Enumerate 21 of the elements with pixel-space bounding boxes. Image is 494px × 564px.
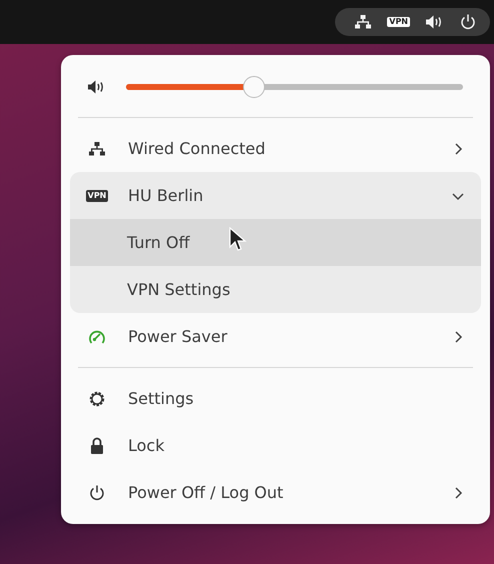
menu-item[interactable]: VPN HU Berlin [70, 172, 481, 219]
volume-slider[interactable] [126, 76, 463, 98]
settings-icon [88, 390, 106, 408]
network-icon [89, 142, 105, 156]
vpn-icon: VPN [86, 190, 108, 202]
menu-item[interactable]: Lock [70, 422, 481, 469]
menu-item[interactable]: Wired Connected [70, 125, 481, 172]
submenu-item[interactable]: Turn Off [70, 219, 481, 266]
pointer-cursor-icon [229, 227, 247, 253]
power-icon [89, 484, 105, 500]
volume-icon[interactable] [426, 15, 444, 29]
volume-icon [88, 80, 106, 94]
power-icon[interactable] [460, 14, 476, 30]
network-icon[interactable] [355, 15, 372, 29]
menu-item[interactable]: Settings [70, 375, 481, 422]
lock-icon [90, 437, 104, 454]
speedometer-icon [88, 328, 106, 344]
menu-item[interactable]: Power Off / Log Out [70, 469, 481, 516]
menu-item[interactable]: Power Saver [70, 313, 481, 360]
vpn-icon[interactable]: VPN [387, 17, 410, 27]
submenu-item[interactable]: VPN Settings [70, 266, 481, 313]
